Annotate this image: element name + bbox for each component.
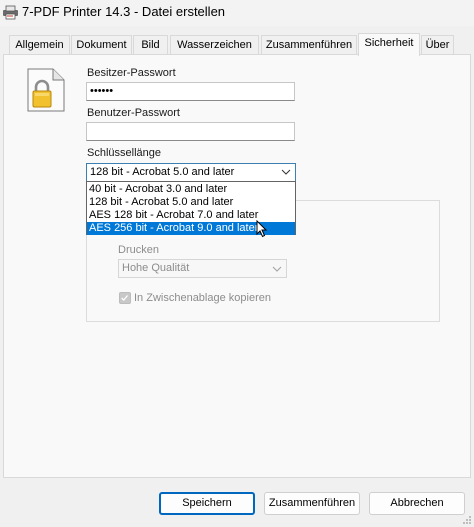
resize-grip-icon[interactable] bbox=[462, 515, 472, 525]
key-length-select[interactable]: 128 bit - Acrobat 5.0 and later bbox=[86, 163, 296, 182]
tab-wasserzeichen[interactable]: Wasserzeichen bbox=[170, 35, 259, 55]
owner-password-label: Besitzer-Passwort bbox=[87, 67, 176, 79]
user-password-field[interactable] bbox=[86, 122, 295, 141]
title-bar: 7-PDF Printer 14.3 - Datei erstellen bbox=[0, 0, 474, 26]
tab-dokument[interactable]: Dokument bbox=[71, 35, 132, 55]
print-label: Drucken bbox=[118, 244, 159, 256]
merge-button[interactable]: Zusammenführen bbox=[264, 492, 360, 515]
document-lock-icon bbox=[27, 68, 65, 112]
tab-bild[interactable]: Bild bbox=[133, 35, 168, 55]
key-length-option[interactable]: 40 bit - Acrobat 3.0 and later bbox=[87, 183, 295, 196]
key-length-option[interactable]: 128 bit - Acrobat 5.0 and later bbox=[87, 196, 295, 209]
print-quality-select[interactable]: Hohe Qualität bbox=[118, 259, 287, 278]
save-button[interactable]: Speichern bbox=[159, 492, 255, 515]
tab-strip: Allgemein Dokument Bild Wasserzeichen Zu… bbox=[0, 33, 474, 56]
window-title: 7-PDF Printer 14.3 - Datei erstellen bbox=[22, 4, 226, 19]
key-length-label: Schlüssellänge bbox=[87, 147, 161, 159]
mouse-cursor-icon bbox=[256, 220, 268, 238]
copy-clipboard-checkbox[interactable] bbox=[119, 292, 131, 304]
chevron-down-icon bbox=[281, 169, 291, 175]
cancel-button[interactable]: Abbrechen bbox=[369, 492, 465, 515]
checkmark-icon bbox=[121, 295, 128, 302]
tab-ueber[interactable]: Über bbox=[421, 35, 454, 55]
print-quality-value: Hohe Qualität bbox=[122, 262, 190, 274]
user-password-label: Benutzer-Passwort bbox=[87, 107, 180, 119]
tab-zusammenfuehren[interactable]: Zusammenführen bbox=[261, 35, 357, 55]
tab-allgemein[interactable]: Allgemein bbox=[9, 35, 70, 55]
printer-icon bbox=[3, 5, 18, 20]
copy-clipboard-label: In Zwischenablage kopieren bbox=[134, 292, 271, 304]
owner-password-field[interactable]: •••••• bbox=[86, 82, 295, 101]
chevron-down-icon bbox=[272, 266, 282, 272]
key-length-selected-value: 128 bit - Acrobat 5.0 and later bbox=[90, 166, 235, 178]
tab-sicherheit[interactable]: Sicherheit bbox=[358, 33, 420, 56]
